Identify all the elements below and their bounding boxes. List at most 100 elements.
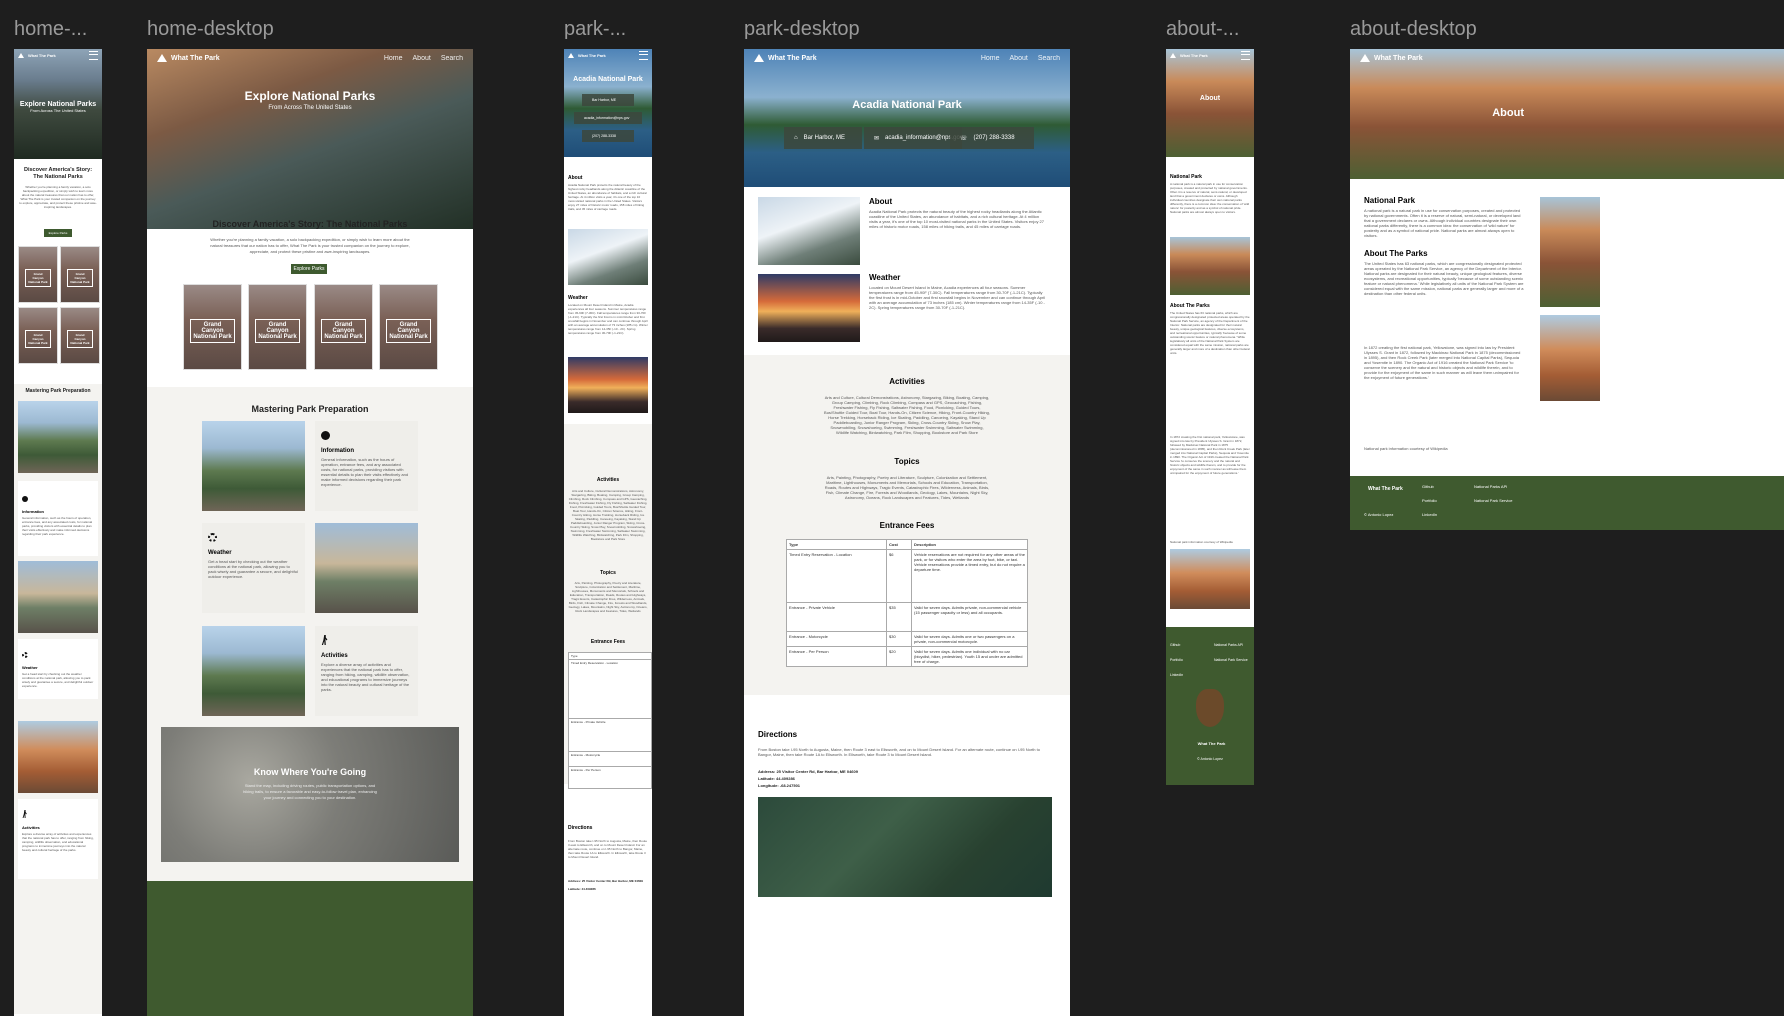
activities-title: Activities: [22, 825, 40, 830]
activities-box: Activities Explore a diverse array of ac…: [315, 626, 418, 716]
park-card[interactable]: Grand Canyon National Park: [248, 284, 307, 370]
linkedin-link[interactable]: LinkedIn: [1422, 512, 1437, 517]
footer-brand: What The Park: [1368, 486, 1403, 492]
portfolio-link[interactable]: Portfolio: [1422, 498, 1437, 503]
home-mobile-frame[interactable]: What The Park Explore National Parks Fro…: [14, 49, 102, 1016]
snow-image: [568, 229, 648, 285]
logo[interactable]: What The Park: [1170, 52, 1208, 58]
about-text: Acadia National Park protects the natura…: [869, 209, 1045, 229]
frame-label-about-desktop: about-desktop: [1350, 18, 1477, 40]
copyright: © Antonio Lopez: [1197, 757, 1223, 761]
logo[interactable]: What The Park: [568, 52, 606, 58]
phone-icon: ☏: [960, 135, 968, 142]
brand-name: What The Park: [578, 52, 606, 58]
weather-text: Located on Mount Desert Island in Maine,…: [568, 303, 648, 335]
logo[interactable]: What The Park: [18, 52, 56, 58]
github-link[interactable]: Github: [1422, 484, 1434, 489]
explore-parks-button[interactable]: Explore Parks: [291, 264, 327, 274]
fees-title: Entrance Fees: [879, 521, 935, 530]
nav-search-link[interactable]: Search: [1038, 55, 1060, 62]
weather-title: Weather: [208, 550, 232, 556]
mountain-icon: [1170, 52, 1176, 58]
info-icon: [22, 496, 28, 502]
weather-title: Weather: [22, 665, 38, 670]
park-card[interactable]: Grand Canyon National Park: [18, 246, 58, 303]
nav-home-link[interactable]: Home: [981, 55, 1000, 62]
hoodoo-image: [1170, 549, 1250, 609]
topics-title: Topics: [600, 570, 616, 576]
phone-pill[interactable]: ☏ (207) 288-3338: [950, 127, 1034, 149]
table-row: Entrance - Per Person $20 Valid for seve…: [786, 646, 1028, 667]
park-card[interactable]: Grand Canyon National Park: [183, 284, 242, 370]
park-card[interactable]: Grand Canyon National Park: [379, 284, 438, 370]
nav-about-link[interactable]: About: [1010, 55, 1028, 62]
table-row: Timed Entry Reservation - Location $6 Ve…: [786, 549, 1028, 603]
logo[interactable]: What The Park: [1360, 54, 1423, 62]
activities-title: Activities: [596, 477, 620, 483]
activities-text: Explore a diverse array of activities an…: [321, 662, 410, 692]
weather-text: Get a head start by checking out the wea…: [22, 672, 94, 688]
github-link[interactable]: Github: [1170, 643, 1180, 647]
brand-name: What The Park: [1374, 54, 1423, 62]
trees-image: [202, 626, 305, 716]
frame-label-home-mobile: home-...: [14, 18, 88, 40]
satellite-map[interactable]: [758, 797, 1052, 897]
mountain-icon: [18, 52, 24, 58]
email-pill[interactable]: acadia_information@nps.gov: [574, 112, 642, 124]
menu-icon[interactable]: [89, 50, 98, 60]
phone-pill[interactable]: (207) 288-3338: [582, 130, 634, 142]
weather-box: Weather Get a head start by checking out…: [18, 639, 98, 699]
directions-text: From Boston take I-95 North to Augusta, …: [758, 747, 1040, 757]
park-card[interactable]: Grand Canyon National Park: [314, 284, 373, 370]
logo[interactable]: What The Park: [157, 54, 220, 62]
section-title: Discover America's Story: The National P…: [212, 219, 408, 229]
latitude: Latitude: 44.409286: [568, 887, 596, 891]
road-image: [315, 523, 418, 613]
map-banner[interactable]: Know Where You're Going Stand the map, i…: [161, 727, 459, 862]
logo[interactable]: What The Park: [754, 54, 817, 62]
nps-api-link[interactable]: National Parks API: [1214, 643, 1243, 647]
activities-title: Activities: [889, 377, 925, 386]
menu-icon[interactable]: [1241, 50, 1250, 60]
frame-label-park-mobile: park-...: [564, 18, 627, 40]
explore-parks-button[interactable]: Explore Parks: [44, 229, 72, 237]
park-name: Acadia National Park: [573, 76, 643, 83]
mountain-icon: [568, 52, 574, 58]
sunset-image: [758, 274, 860, 342]
linkedin-link[interactable]: LinkedIn: [1170, 673, 1183, 677]
nav-home-link[interactable]: Home: [384, 55, 403, 62]
about-mobile-frame[interactable]: What The Park About National Park A nati…: [1166, 49, 1254, 785]
nav-about-link[interactable]: About: [413, 55, 431, 62]
activities-box: Activities Explore a diverse array of ac…: [18, 799, 98, 879]
about-desktop-frame[interactable]: What The Park About National Park A nati…: [1350, 49, 1784, 530]
sunset-image: [568, 357, 648, 413]
email-pill[interactable]: ✉ acadia_information@nps.gov: [864, 127, 963, 149]
sun-icon: [208, 533, 217, 542]
home-desktop-frame[interactable]: What The Park Home About Search Explore …: [147, 49, 473, 1016]
section-title: Discover America's Story: The National P…: [23, 167, 93, 180]
directions-title: Directions: [568, 825, 593, 831]
address: Address: 25 Visitor Center Rd, Bar Harbo…: [568, 879, 643, 883]
park-mobile-frame[interactable]: What The Park Acadia National Park Bar H…: [564, 49, 652, 1016]
frame-label-park-desktop: park-desktop: [744, 18, 860, 40]
park-card[interactable]: Grand Canyon National Park: [60, 246, 100, 303]
park-desktop-frame[interactable]: What The Park Home About Search Acadia N…: [744, 49, 1070, 1016]
frame-label-about-mobile: about-...: [1166, 18, 1240, 40]
copyright: © Antonio Lopez: [1364, 512, 1394, 517]
road-image: [18, 561, 98, 633]
ap-text-2: In 1872 creating the first national park…: [1170, 435, 1250, 475]
brand-name: What The Park: [28, 52, 56, 58]
weather-title: Weather: [568, 295, 588, 301]
np-text: A national park is a natural park in use…: [1170, 182, 1250, 214]
sun-icon: [22, 652, 28, 658]
canyon-image: [1170, 237, 1250, 295]
menu-icon[interactable]: [639, 50, 648, 60]
nav-search-link[interactable]: Search: [441, 55, 463, 62]
park-card[interactable]: Grand Canyon National Park: [18, 307, 58, 364]
nps-api-link[interactable]: National Parks API: [1474, 484, 1507, 489]
nps-link[interactable]: National Park Service: [1214, 658, 1248, 662]
park-card[interactable]: Grand Canyon National Park: [60, 307, 100, 364]
portfolio-link[interactable]: Portfolio: [1170, 658, 1183, 662]
nps-link[interactable]: National Park Service: [1474, 498, 1512, 503]
mail-icon: ✉: [874, 135, 880, 142]
